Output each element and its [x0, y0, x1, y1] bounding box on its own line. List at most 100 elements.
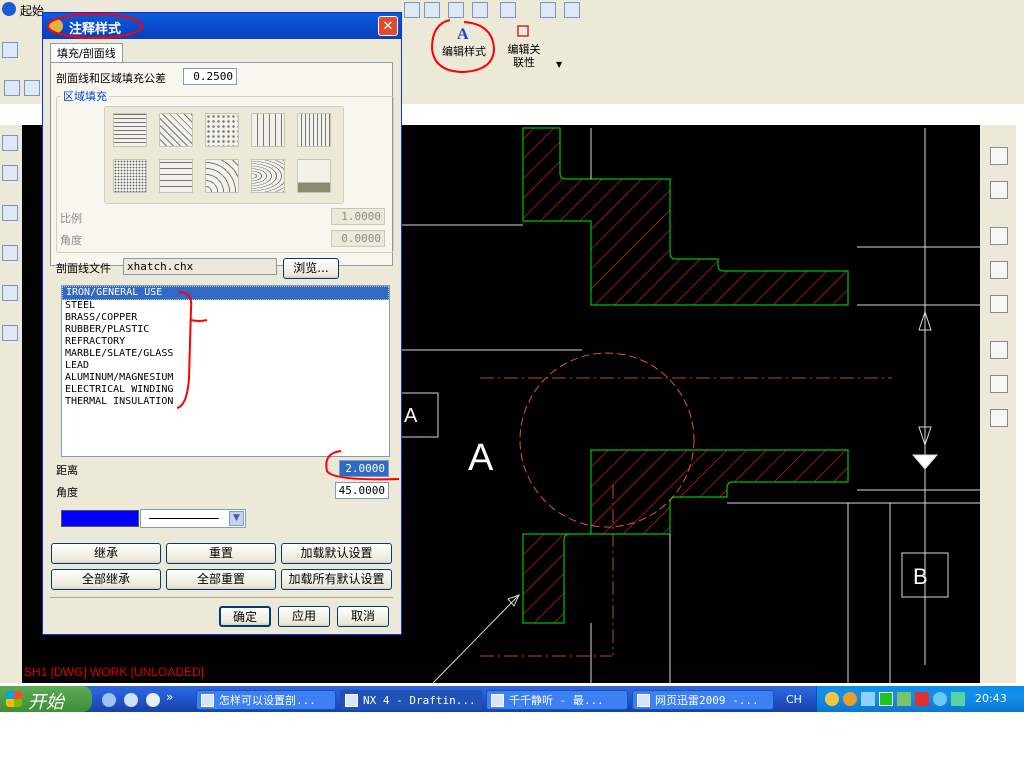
tolerance-field[interactable]: 0.2500 [183, 68, 237, 85]
language-indicator[interactable]: CH [786, 693, 802, 706]
browser-icon[interactable] [124, 693, 138, 707]
ribbon-dropdown-icon[interactable]: ▼ [556, 60, 562, 69]
pattern-dots[interactable] [205, 113, 239, 147]
update-icon[interactable] [933, 692, 947, 706]
antivirus-icon[interactable] [915, 692, 929, 706]
snap-icon[interactable] [2, 135, 18, 151]
training-icon[interactable] [990, 261, 1008, 279]
line-style-dropdown[interactable]: ▼ [140, 509, 246, 528]
part-navigator-icon[interactable] [990, 181, 1008, 199]
ie-icon[interactable] [102, 693, 116, 707]
shield-icon[interactable] [897, 692, 911, 706]
pattern-arcs[interactable] [205, 159, 239, 193]
volume-icon[interactable] [861, 692, 875, 706]
red-annotation-title [47, 13, 143, 39]
list-item[interactable]: RUBBER/PLASTIC [62, 324, 389, 336]
status-text: SH1 [DWG] WORK [UNLOADED] [24, 665, 205, 679]
pattern-vertical-lines[interactable] [297, 113, 331, 147]
section-label-a: A [404, 405, 418, 427]
cancel-button[interactable]: 取消 [337, 606, 389, 627]
start-menu[interactable]: 起始 [20, 2, 44, 19]
list-item[interactable]: REFRACTORY [62, 336, 389, 348]
distance-label: 距离 [56, 464, 78, 477]
section-hatch-lower [522, 449, 849, 624]
offset-icon[interactable] [2, 245, 18, 261]
help-icon[interactable] [990, 295, 1008, 313]
pattern-wood[interactable] [251, 159, 285, 193]
frame-icon[interactable] [540, 2, 556, 18]
browse-button[interactable]: 浏览... [283, 258, 339, 279]
load-default-button[interactable]: 加载默认设置 [281, 543, 392, 564]
cross-icon[interactable] [2, 325, 18, 341]
reset-button[interactable]: 重置 [166, 543, 276, 564]
pattern-diagonal[interactable] [159, 113, 193, 147]
circle-icon[interactable] [2, 285, 18, 301]
pattern-landscape[interactable] [297, 159, 331, 193]
taskbar-item[interactable]: 网页迅雷2009 -... [632, 690, 774, 710]
pattern-sand[interactable] [113, 159, 147, 193]
network-icon[interactable] [879, 692, 893, 706]
reuse-library-icon[interactable] [990, 227, 1008, 245]
list-item[interactable]: THERMAL INSULATION [62, 396, 389, 408]
new-file-icon[interactable] [404, 2, 420, 18]
taskbar-item[interactable]: 千千静听 - 最... [486, 690, 628, 710]
clock[interactable]: 20:43 [975, 692, 1007, 705]
music-player-icon [491, 694, 504, 707]
quick-launch: » [100, 690, 180, 710]
start-button[interactable]: 开始 [0, 686, 92, 713]
taskbar-item-active[interactable]: NX 4 - Draftin... [340, 690, 482, 710]
tab-fill-hatch[interactable]: 填充/剖面线 [50, 43, 123, 63]
list-item[interactable]: LEAD [62, 360, 389, 372]
umbrella-icon[interactable] [951, 692, 965, 706]
history-icon[interactable] [990, 341, 1008, 359]
pattern-basket[interactable] [251, 113, 285, 147]
angle-field[interactable]: 45.0000 [335, 482, 389, 499]
apply-button[interactable]: 应用 [278, 606, 330, 627]
edit-associativity-icon [517, 25, 529, 37]
inherit-all-button[interactable]: 全部继承 [51, 569, 161, 590]
inherit-button[interactable]: 继承 [51, 543, 161, 564]
ok-button[interactable]: 确定 [219, 606, 271, 627]
fill-angle-field[interactable]: 0.0000 [331, 230, 385, 247]
reset-all-button[interactable]: 全部重置 [166, 569, 276, 590]
fill-angle-label: 角度 [60, 234, 82, 247]
close-button[interactable]: ✕ [378, 16, 398, 36]
view-icon[interactable] [4, 80, 20, 96]
point-icon[interactable] [2, 42, 18, 58]
list-item[interactable]: STEEL [62, 300, 389, 312]
download-icon [637, 694, 650, 707]
scale-field[interactable]: 1.0000 [331, 208, 385, 225]
list-item[interactable]: ALUMINUM/MAGNESIUM [62, 372, 389, 384]
edit-associativity-button[interactable]: 编辑关联性 [498, 24, 550, 74]
roles-icon[interactable] [990, 375, 1008, 393]
hatch-file-field[interactable]: xhatch.chx [123, 258, 277, 275]
list-item[interactable]: BRASS/COPPER [62, 312, 389, 324]
tool-icon[interactable] [500, 2, 516, 18]
annotation-style-dialog: 注释样式 ✕ 填充/剖面线 剖面线和区域填充公差 0.2500 区域填充 比例 … [42, 12, 402, 635]
system-tray: 20:43 [816, 686, 1024, 712]
assembly-navigator-icon[interactable] [990, 147, 1008, 165]
line-icon[interactable] [2, 165, 18, 181]
messenger-icon[interactable] [843, 692, 857, 706]
arc-icon[interactable] [2, 205, 18, 221]
browser2-icon[interactable] [146, 693, 160, 707]
pattern-horizontal-lines[interactable] [113, 113, 147, 147]
settings-icon[interactable] [564, 2, 580, 18]
list-item[interactable]: ELECTRICAL WINDING [62, 384, 389, 396]
line-style-sample [149, 518, 219, 519]
drawing-icon[interactable] [24, 80, 40, 96]
pattern-brick[interactable] [159, 159, 193, 193]
red-annotation-distance [325, 450, 400, 481]
color-swatch[interactable] [61, 510, 139, 527]
dialog-titlebar[interactable]: 注释样式 ✕ [43, 13, 401, 39]
list-item[interactable]: IRON/GENERAL USE [62, 286, 389, 300]
list-item[interactable]: MARBLE/SLATE/GLASS [62, 348, 389, 360]
load-all-default-button[interactable]: 加载所有默认设置 [281, 569, 392, 590]
resource-bar [980, 125, 1016, 683]
qq-icon[interactable] [825, 692, 839, 706]
hatch-material-list[interactable]: IRON/GENERAL USE STEEL BRASS/COPPER RUBB… [61, 285, 390, 457]
system-materials-icon[interactable] [990, 409, 1008, 427]
quick-launch-expand-icon[interactable]: » [166, 690, 173, 704]
chevron-down-icon[interactable]: ▼ [229, 511, 244, 526]
taskbar-item[interactable]: 怎样可以设置剖... [196, 690, 336, 710]
